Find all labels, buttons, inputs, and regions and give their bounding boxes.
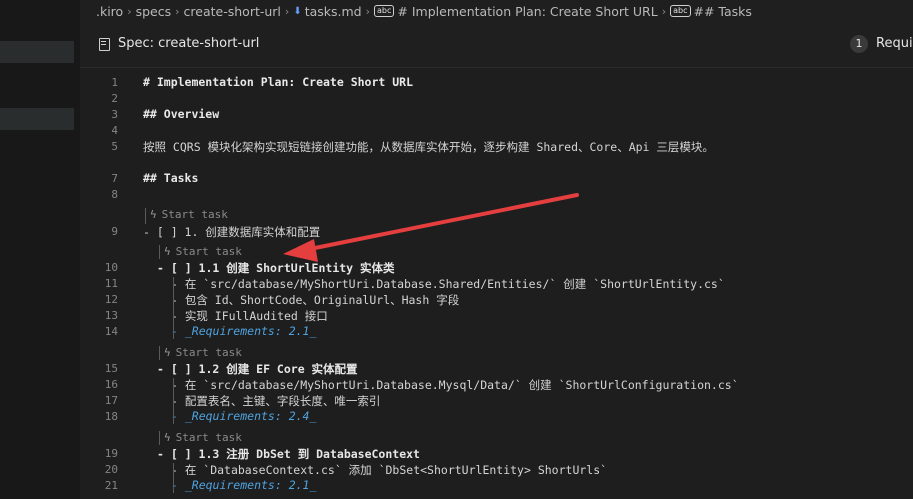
annotation-arrow [283,193,579,262]
arrow-head [283,239,318,262]
arrow-shaft [308,193,579,251]
